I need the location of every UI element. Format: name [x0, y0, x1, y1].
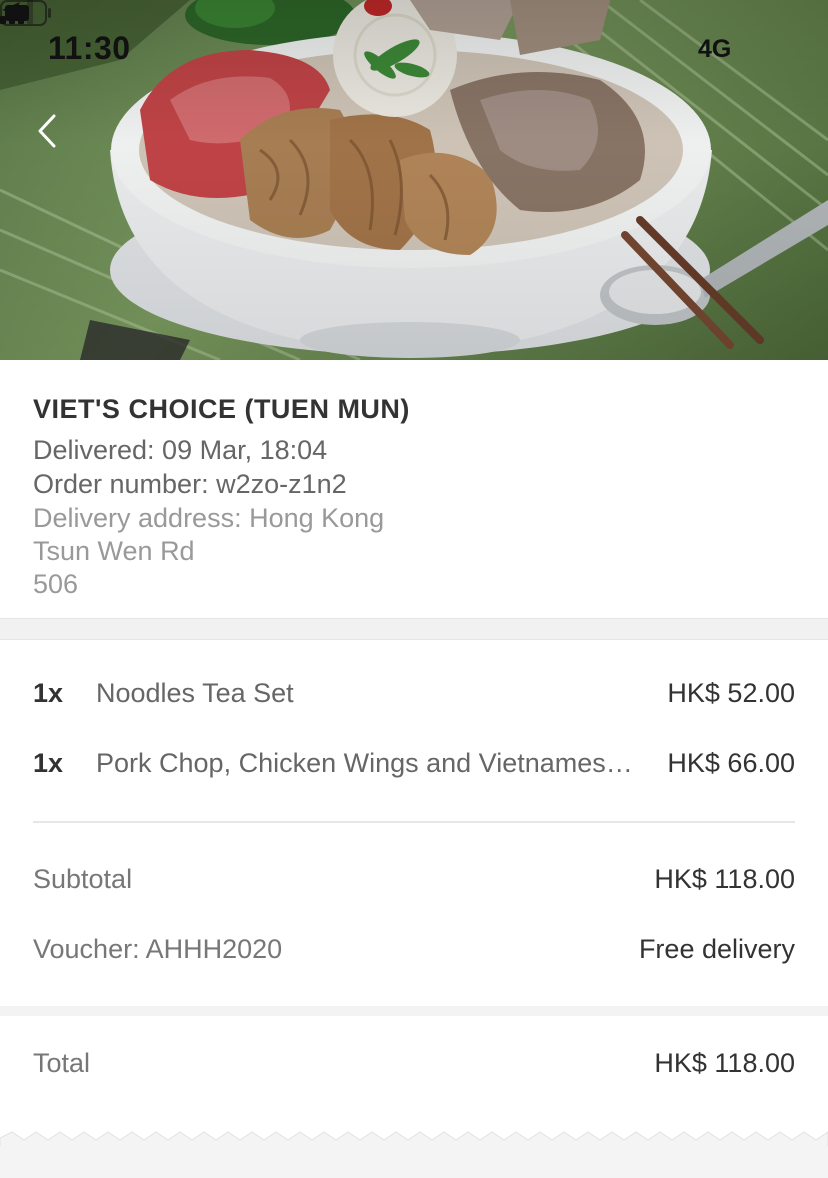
order-items-section: 1x Noodles Tea Set HK$ 52.00 1x Pork Cho… [0, 640, 828, 1010]
item-price: HK$ 52.00 [667, 678, 795, 708]
delivery-address-line3: 506 [33, 569, 79, 599]
total-label: Total [33, 1048, 91, 1078]
delivery-address-line2: Tsun Wen Rd [33, 536, 195, 566]
order-item-row: 1x Noodles Tea Set HK$ 52.00 [0, 678, 828, 718]
hero-image: 11:30 4G [0, 0, 828, 360]
delivered-time: Delivered: 09 Mar, 18:04 [33, 435, 328, 465]
item-name: Pork Chop, Chicken Wings and Vietnamese … [96, 748, 641, 778]
bottom-background [0, 1146, 828, 1178]
subtotal-value: HK$ 118.00 [654, 864, 795, 894]
chevron-left-icon [38, 114, 56, 148]
subtotal-label: Subtotal [33, 864, 133, 894]
delivery-address-line1: Delivery address: Hong Kong [33, 503, 385, 533]
voucher-label: Voucher: AHHH2020 [33, 934, 283, 964]
voucher-value: Free delivery [638, 934, 795, 964]
order-number: Order number: w2zo-z1n2 [33, 469, 347, 499]
order-info-section: VIET'S CHOICE (TUEN MUN) Delivered: 09 M… [0, 360, 828, 618]
item-price: HK$ 66.00 [667, 748, 795, 778]
total-section: Total HK$ 118.00 [0, 1016, 828, 1146]
order-item-row: 1x Pork Chop, Chicken Wings and Vietname… [0, 748, 828, 788]
item-quantity: 1x [33, 678, 64, 708]
total-value: HK$ 118.00 [654, 1048, 795, 1078]
restaurant-name: VIET'S CHOICE (TUEN MUN) [33, 394, 410, 424]
total-separator [0, 1006, 828, 1016]
section-separator [0, 618, 828, 640]
network-label: 4G [698, 35, 732, 63]
item-quantity: 1x [33, 748, 64, 778]
battery-icon [0, 0, 51, 26]
item-name: Noodles Tea Set [96, 678, 294, 708]
items-divider [33, 821, 795, 823]
status-time: 11:30 [48, 30, 131, 66]
back-button[interactable] [26, 104, 74, 158]
status-bar: 11:30 4G [0, 0, 828, 100]
